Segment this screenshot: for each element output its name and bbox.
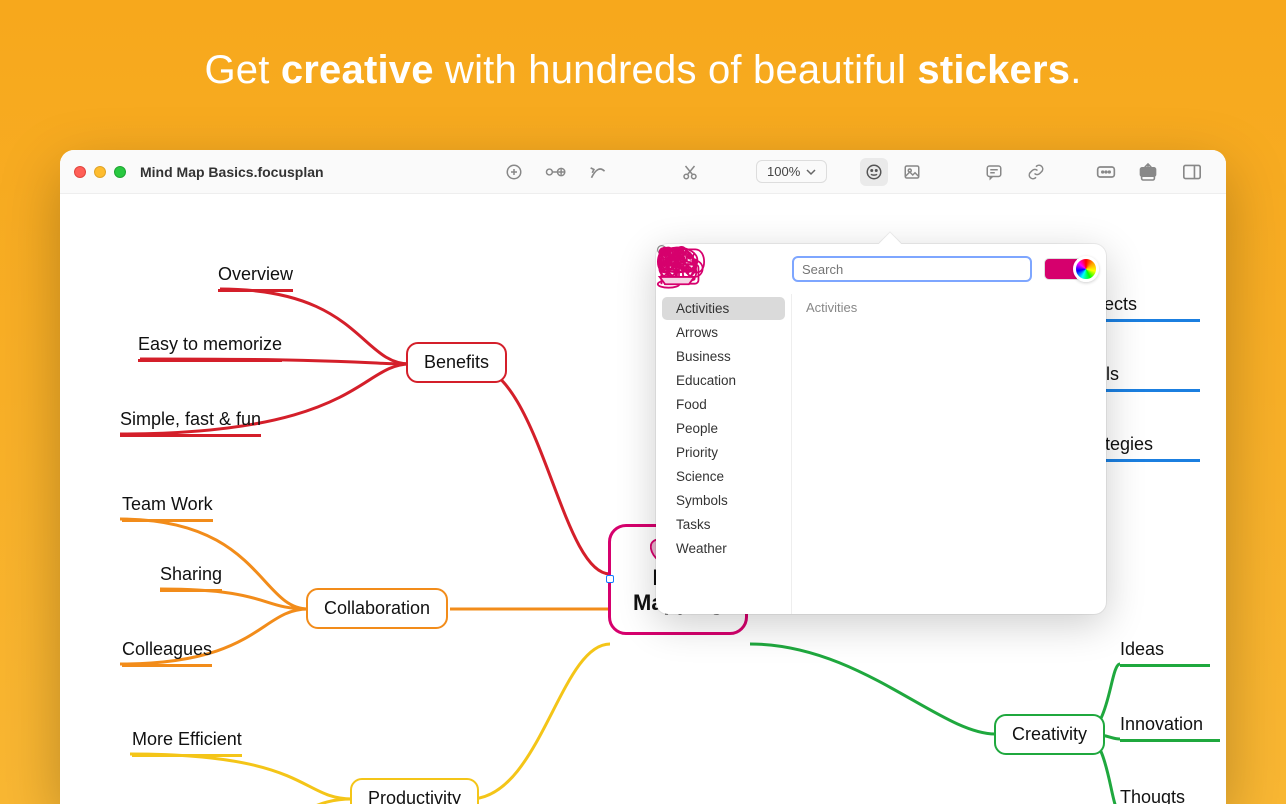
share-button[interactable] xyxy=(1134,158,1162,186)
zoom-dropdown[interactable]: 100% xyxy=(756,160,827,183)
sticker-basketball[interactable] xyxy=(816,325,898,377)
titlebar: Mind Map Basics.focusplan 100% xyxy=(60,150,1226,194)
category-item-symbols[interactable]: Symbols xyxy=(662,489,785,512)
leaf-colleagues[interactable]: Colleagues xyxy=(122,639,212,667)
sticker-button[interactable] xyxy=(860,158,888,186)
chevron-down-icon xyxy=(806,167,816,177)
sticker-search-input[interactable] xyxy=(802,262,1022,277)
leaf-innovation[interactable]: Innovation xyxy=(1120,714,1220,742)
relationship-button[interactable] xyxy=(584,158,612,186)
sticker-bicycle[interactable] xyxy=(908,325,990,377)
category-item-activities[interactable]: Activities xyxy=(662,297,785,320)
sticker-popover: ActivitiesArrowsBusinessEducationFoodPeo… xyxy=(656,244,1106,614)
more-button[interactable] xyxy=(1092,158,1120,186)
sticker-color-swatch[interactable] xyxy=(1044,258,1092,280)
sticker-chess-knight[interactable] xyxy=(908,403,990,455)
category-item-arrows[interactable]: Arrows xyxy=(662,321,785,344)
cut-button[interactable] xyxy=(676,158,704,186)
leaf-ideas[interactable]: Ideas xyxy=(1120,639,1210,667)
leaf-more-efficient[interactable]: More Efficient xyxy=(132,729,242,757)
sticker-golf[interactable] xyxy=(1000,481,1082,533)
add-child-button[interactable] xyxy=(542,158,570,186)
benefits-node[interactable]: Benefits xyxy=(406,342,507,383)
leaf-team-work[interactable]: Team Work xyxy=(122,494,213,522)
sticker-table-tennis[interactable] xyxy=(816,559,898,611)
sticker-flag-checkered[interactable] xyxy=(816,403,898,455)
color-wheel-icon[interactable] xyxy=(1073,256,1099,282)
category-item-priority[interactable]: Priority xyxy=(662,441,785,464)
link-button[interactable] xyxy=(1022,158,1050,186)
sticker-sailboat[interactable] xyxy=(1000,559,1082,611)
productivity-node[interactable]: Productivity xyxy=(350,778,479,804)
sticker-category-list: ActivitiesArrowsBusinessEducationFoodPeo… xyxy=(656,294,792,614)
leaf-easy-to-memorize[interactable]: Easy to memorize xyxy=(138,334,282,362)
document-title: Mind Map Basics.focusplan xyxy=(140,164,324,180)
window-close-button[interactable] xyxy=(74,166,86,178)
category-item-business[interactable]: Business xyxy=(662,345,785,368)
sticker-grid xyxy=(792,325,1106,614)
leaf-simple-fast-fun[interactable]: Simple, fast & fun xyxy=(120,409,261,437)
category-item-food[interactable]: Food xyxy=(662,393,785,416)
image-button[interactable] xyxy=(898,158,926,186)
sticker-football[interactable] xyxy=(816,481,898,533)
leaf-sharing[interactable]: Sharing xyxy=(160,564,222,592)
collaboration-node[interactable]: Collaboration xyxy=(306,588,448,629)
creativity-node[interactable]: Creativity xyxy=(994,714,1105,755)
sticker-bowling[interactable] xyxy=(1000,325,1082,377)
sticker-running[interactable] xyxy=(908,559,990,611)
note-button[interactable] xyxy=(980,158,1008,186)
category-item-education[interactable]: Education xyxy=(662,369,785,392)
sticker-dice[interactable] xyxy=(1000,403,1082,455)
window-zoom-button[interactable] xyxy=(114,166,126,178)
sticker-search[interactable] xyxy=(792,256,1032,282)
leaf-overview[interactable]: Overview xyxy=(218,264,293,292)
hero-tagline: Get creative with hundreds of beautiful … xyxy=(0,0,1286,93)
zoom-level-label: 100% xyxy=(767,164,800,179)
category-item-people[interactable]: People xyxy=(662,417,785,440)
category-item-tasks[interactable]: Tasks xyxy=(662,513,785,536)
leaf-thougts[interactable]: Thougts xyxy=(1120,787,1210,804)
category-item-weather[interactable]: Weather xyxy=(662,537,785,560)
sidebar-toggle-button[interactable] xyxy=(1178,158,1206,186)
app-window: Mind Map Basics.focusplan 100% xyxy=(60,150,1226,804)
add-node-button[interactable] xyxy=(500,158,528,186)
category-item-science[interactable]: Science xyxy=(662,465,785,488)
canvas[interactable]: Mind Mapping Benefits Overview Easy to m… xyxy=(60,194,1226,804)
window-minimize-button[interactable] xyxy=(94,166,106,178)
sticker-gamepad[interactable] xyxy=(908,481,990,533)
sticker-category-header: Activities xyxy=(792,294,1106,325)
